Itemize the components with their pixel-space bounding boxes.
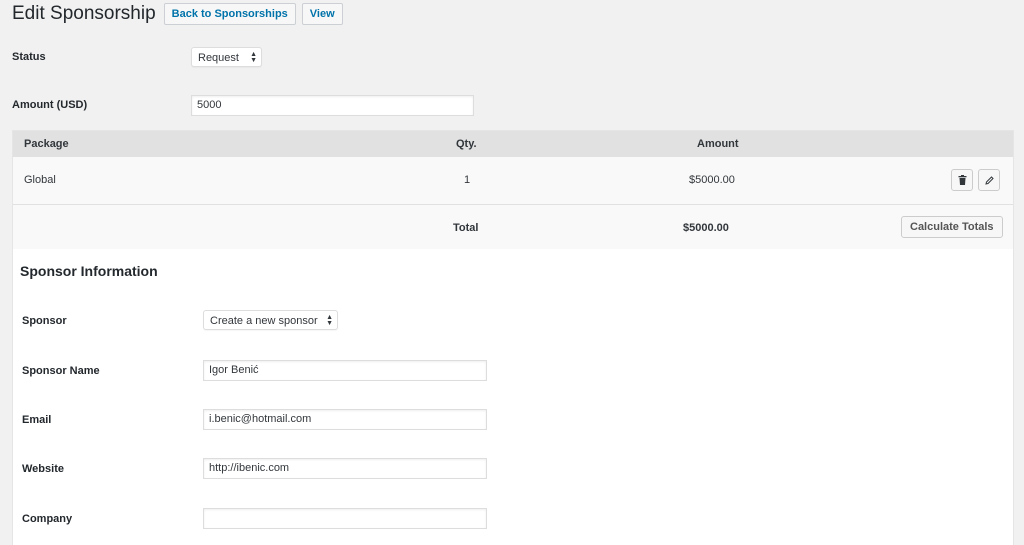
website-input[interactable]: http://ibenic.com <box>203 458 487 479</box>
amount-input[interactable]: 5000 <box>191 95 474 116</box>
trash-icon <box>958 175 966 185</box>
total-value: $5000.00 <box>683 222 729 234</box>
row-amount: $5000.00 <box>689 174 735 186</box>
view-button[interactable]: View <box>301 3 343 25</box>
website-value: http://ibenic.com <box>209 462 290 474</box>
sponsor-label: Sponsor <box>22 315 67 327</box>
sponsor-select-value: Create a new sponsor <box>210 315 318 327</box>
row-package: Global <box>24 174 56 186</box>
package-items-table: Package Qty. Amount Global 1 $5000.00 To… <box>12 130 1014 251</box>
pencil-icon <box>984 175 994 185</box>
email-label: Email <box>22 414 52 426</box>
table-row: Global 1 $5000.00 <box>13 157 1013 205</box>
header-package: Package <box>24 138 69 150</box>
status-label: Status <box>12 51 46 63</box>
up-down-arrows-icon: ▲ ▼ <box>326 314 333 327</box>
header-amount: Amount <box>697 138 739 150</box>
edit-sponsorship-page: Edit Sponsorship Back to Sponsorships Vi… <box>0 0 1024 545</box>
total-label: Total <box>453 222 479 234</box>
amount-label: Amount (USD) <box>12 99 88 111</box>
status-select[interactable]: Request ▲ ▼ <box>191 47 262 67</box>
section-title: Sponsor Information <box>20 263 158 279</box>
row-qty: 1 <box>464 174 471 186</box>
status-select-value: Request <box>198 52 239 64</box>
delete-item-button[interactable] <box>951 169 973 191</box>
sponsor-select[interactable]: Create a new sponsor ▲ ▼ <box>203 310 338 330</box>
sponsor-name-value: Igor Benić <box>209 364 259 376</box>
email-input[interactable]: i.benic@hotmail.com <box>203 409 487 430</box>
website-label: Website <box>22 463 64 475</box>
table-header: Package Qty. Amount <box>13 131 1013 157</box>
sponsor-name-label: Sponsor Name <box>22 365 100 377</box>
page-title: Edit Sponsorship <box>12 3 156 24</box>
page-header: Edit Sponsorship Back to Sponsorships Vi… <box>12 3 343 25</box>
company-label: Company <box>22 513 73 525</box>
email-value: i.benic@hotmail.com <box>209 413 312 425</box>
table-total-row: Total $5000.00 Calculate Totals <box>13 205 1013 250</box>
sponsor-name-input[interactable]: Igor Benić <box>203 360 487 381</box>
company-input[interactable] <box>203 508 487 529</box>
back-to-sponsorships-button[interactable]: Back to Sponsorships <box>163 3 296 25</box>
calculate-totals-button[interactable]: Calculate Totals <box>901 216 1003 238</box>
amount-input-value: 5000 <box>197 99 222 111</box>
edit-item-button[interactable] <box>978 169 1000 191</box>
header-qty: Qty. <box>456 138 477 150</box>
sponsor-information-panel: Sponsor Information Sponsor Create a new… <box>12 249 1014 545</box>
up-down-arrows-icon: ▲ ▼ <box>250 51 257 64</box>
